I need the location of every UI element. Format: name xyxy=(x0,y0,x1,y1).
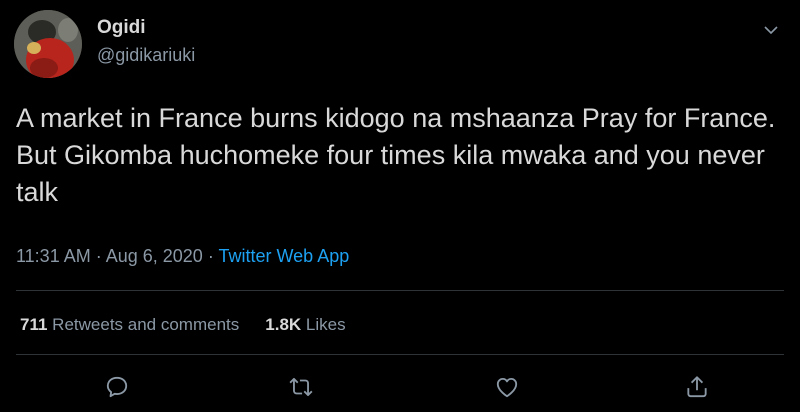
retweet-icon xyxy=(289,377,313,397)
retweet-button[interactable] xyxy=(288,374,316,402)
likes-stat[interactable]: 1.8K Likes xyxy=(265,315,345,334)
meta-separator: · xyxy=(202,246,219,266)
tweet-meta: 11:31 AM · Aug 6, 2020 · Twitter Web App xyxy=(16,244,349,268)
tweet-source-link[interactable]: Twitter Web App xyxy=(219,246,350,266)
chevron-down-icon[interactable] xyxy=(764,22,778,35)
engagement-stats: 711 Retweets and comments 1.8K Likes xyxy=(20,314,346,336)
share-button[interactable] xyxy=(684,374,712,402)
reply-button[interactable] xyxy=(104,374,132,402)
meta-separator: · xyxy=(90,246,106,266)
tweet-text: A market in France burns kidogo na mshaa… xyxy=(16,103,776,207)
heart-icon xyxy=(496,377,518,398)
tweet-time[interactable]: 11:31 AM xyxy=(16,246,91,266)
tweet-card: Ogidi @gidikariuki A market in France bu… xyxy=(0,0,800,412)
avatar-image xyxy=(14,10,82,78)
share-icon xyxy=(687,376,707,398)
like-button[interactable] xyxy=(494,374,522,402)
user-handle[interactable]: @gidikariuki xyxy=(97,44,195,66)
retweets-label: Retweets and comments xyxy=(52,315,240,334)
comment-icon xyxy=(106,376,128,398)
retweets-count: 711 xyxy=(20,315,48,334)
avatar[interactable] xyxy=(14,10,82,78)
action-bar xyxy=(0,374,800,404)
tweet-date[interactable]: Aug 6, 2020 xyxy=(106,246,203,266)
likes-count: 1.8K xyxy=(265,315,302,334)
divider xyxy=(16,290,784,291)
likes-label: Likes xyxy=(305,315,346,334)
display-name[interactable]: Ogidi xyxy=(97,17,146,39)
divider xyxy=(16,354,784,355)
retweets-stat[interactable]: 711 Retweets and comments xyxy=(20,315,239,334)
